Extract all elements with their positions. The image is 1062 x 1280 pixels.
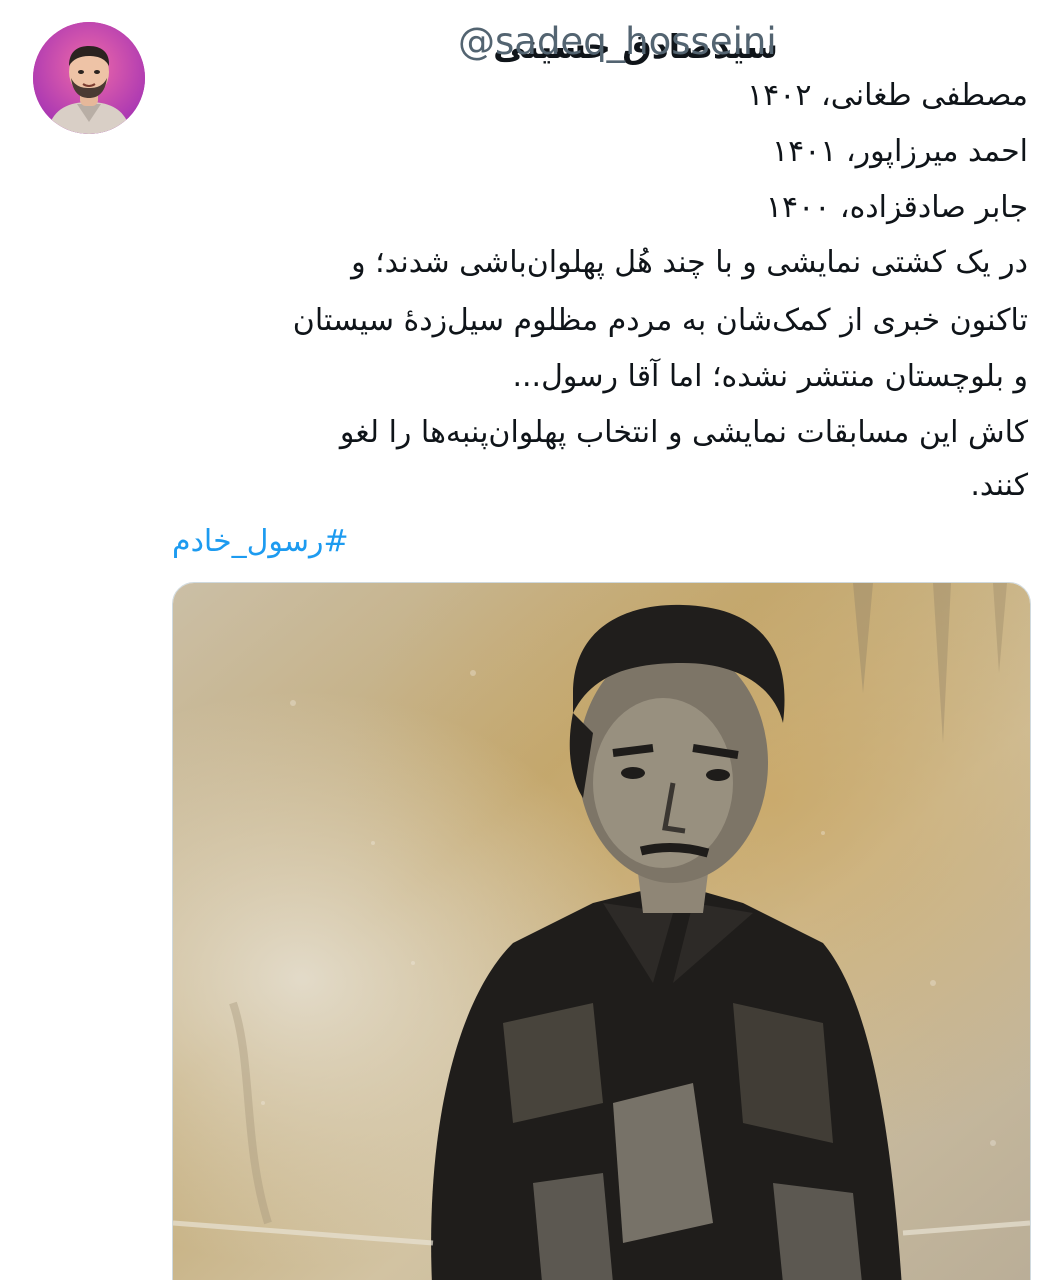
- tweet-line: کنند.: [970, 468, 1028, 503]
- tweet-line: تاکنون خبری از کمک‌شان به مردم مظلوم سیل…: [292, 303, 1028, 338]
- tweet-line: و بلوچستان منتشر نشده؛ اما آقا رسول...: [512, 359, 1028, 394]
- tweet-line: مصطفی طغانی، ۱۴۰۲: [747, 78, 1028, 113]
- avatar-image: [33, 22, 145, 134]
- user-handle[interactable]: @sadeq_hosseini: [458, 20, 777, 63]
- tweet-line: در یک کشتی نمایشی و با چند هُل پهلوان‌با…: [351, 245, 1028, 280]
- tweet-line: کاش این مسابقات نمایشی و انتخاب پهلوان‌پ…: [339, 415, 1028, 450]
- tweet-line: جابر صادقزاده، ۱۴۰۰: [765, 190, 1028, 225]
- tweet-media-image[interactable]: [172, 582, 1031, 1280]
- wrestler-portrait-photo: [173, 583, 1030, 1280]
- tweet-line: احمد میرزاپور، ۱۴۰۱: [771, 134, 1028, 169]
- hashtag-link[interactable]: #رسول_خادم: [172, 516, 349, 568]
- avatar[interactable]: [33, 22, 145, 134]
- tweet: سیدصادق حسینی @sadeq_hosseini مصطفی طغان…: [0, 0, 1062, 1280]
